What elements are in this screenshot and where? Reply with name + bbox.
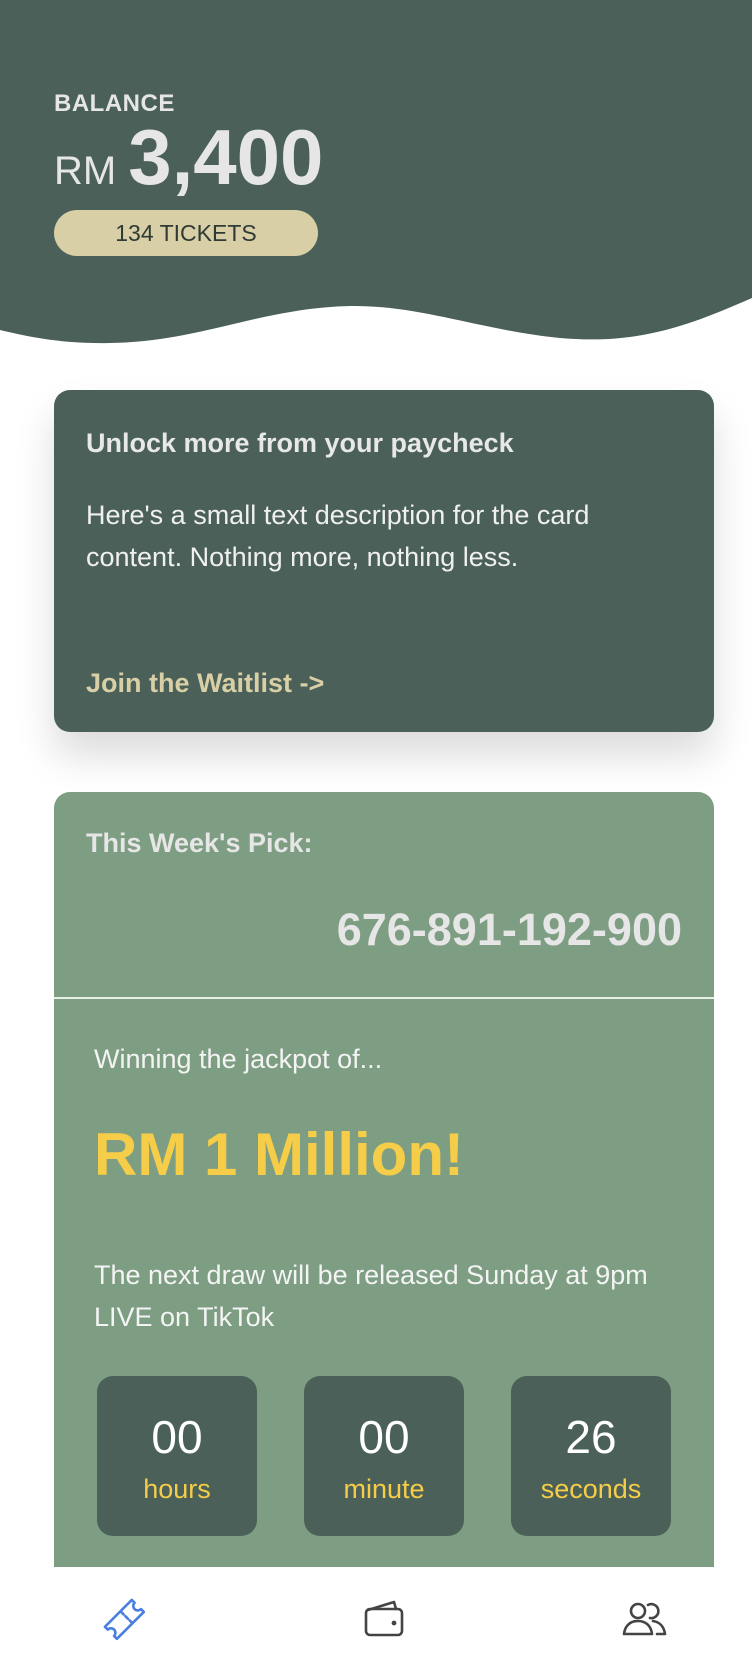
countdown-minutes-value: 00 (358, 1411, 410, 1463)
countdown-seconds-unit: seconds (540, 1474, 642, 1504)
countdown-seconds-value: 26 (565, 1411, 617, 1463)
currency-label: RM (54, 149, 117, 193)
weekly-pick-label: This Week's Pick: (86, 828, 313, 858)
countdown-seconds: 26 seconds (511, 1376, 671, 1536)
promo-title: Unlock more from your paycheck (86, 428, 514, 458)
draw-info: The next draw will be released Sunday at… (94, 1260, 648, 1332)
nav-wallet[interactable] (354, 1589, 414, 1649)
bottom-nav (0, 1567, 752, 1676)
countdown-hours-value: 00 (151, 1411, 203, 1463)
join-waitlist-link[interactable]: Join the Waitlist -> (86, 668, 324, 699)
countdown-minutes: 00 minute (304, 1376, 464, 1536)
nav-tickets[interactable] (94, 1589, 154, 1649)
users-icon (622, 1602, 667, 1636)
wallet-icon (364, 1600, 404, 1637)
balance-header: BALANCE RM 3,400 134 TICKETS (0, 0, 752, 350)
ticket-icon (103, 1598, 146, 1641)
countdown-hours-unit: hours (143, 1474, 211, 1504)
countdown-hours: 00 hours (97, 1376, 257, 1536)
countdown-minutes-unit: minute (343, 1474, 425, 1504)
weekly-pick-card: This Week's Pick: 676-891-192-900 Winnin… (54, 792, 714, 1676)
weekly-pick-number: 676-891-192-900 (336, 904, 682, 955)
balance-amount: RM 3,400 (54, 112, 323, 203)
tickets-badge[interactable]: 134 TICKETS (54, 210, 318, 256)
jackpot-intro: Winning the jackpot of... (94, 1044, 383, 1074)
nav-people[interactable] (614, 1589, 674, 1649)
card-divider (54, 997, 714, 999)
promo-card: Unlock more from your paycheck Here's a … (54, 390, 714, 732)
balance-value: 3,400 (128, 113, 324, 201)
jackpot-amount: RM 1 Million! (94, 1121, 464, 1188)
promo-description: Here's a small text description for the … (86, 500, 590, 572)
